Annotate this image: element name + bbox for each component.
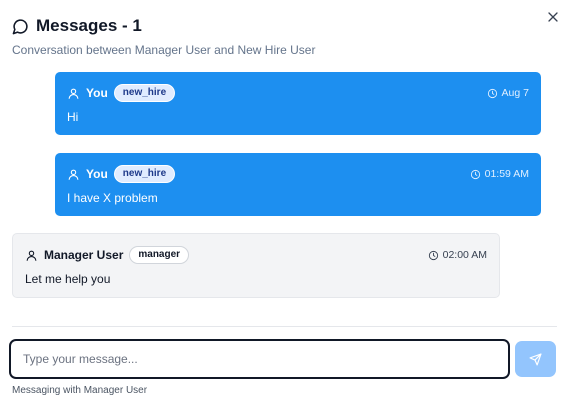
role-badge: new_hire <box>113 165 176 183</box>
message-time: Aug 7 <box>501 87 529 99</box>
message-item: Manager User manager 02:00 AM Let me hel… <box>12 233 500 298</box>
role-badge: manager <box>129 246 190 264</box>
message-time: 01:59 AM <box>484 168 529 180</box>
message-item: You new_hire Aug 7 Hi <box>55 72 541 135</box>
message-text: Let me help you <box>25 272 111 286</box>
send-button[interactable] <box>515 341 556 377</box>
clock-icon <box>428 250 438 260</box>
message-input[interactable] <box>9 339 510 379</box>
messaging-with-note: Messaging with Manager User <box>12 385 148 396</box>
dialog-title: Messages - 1 <box>36 16 142 35</box>
close-icon <box>548 12 558 22</box>
message-text: I have X problem <box>67 191 158 205</box>
message-time: 02:00 AM <box>442 249 487 261</box>
user-icon <box>68 88 79 99</box>
send-icon <box>529 352 542 366</box>
dialog-subtitle: Conversation between Manager User and Ne… <box>12 43 316 57</box>
message-text: Hi <box>67 110 79 124</box>
dialog-header: Messages - 1 Conversation between Manage… <box>12 16 533 57</box>
message-sender: You <box>86 86 108 100</box>
message-item: You new_hire 01:59 AM I have X problem <box>55 153 541 216</box>
clock-icon <box>470 169 480 179</box>
role-badge: new_hire <box>113 84 176 102</box>
clock-icon <box>487 88 497 98</box>
user-icon <box>26 250 37 261</box>
close-button[interactable] <box>545 9 561 25</box>
composer-divider <box>12 326 557 327</box>
message-sender: Manager User <box>44 248 124 262</box>
user-icon <box>68 169 79 180</box>
message-sender: You <box>86 167 108 181</box>
message-circle-icon <box>12 18 28 34</box>
